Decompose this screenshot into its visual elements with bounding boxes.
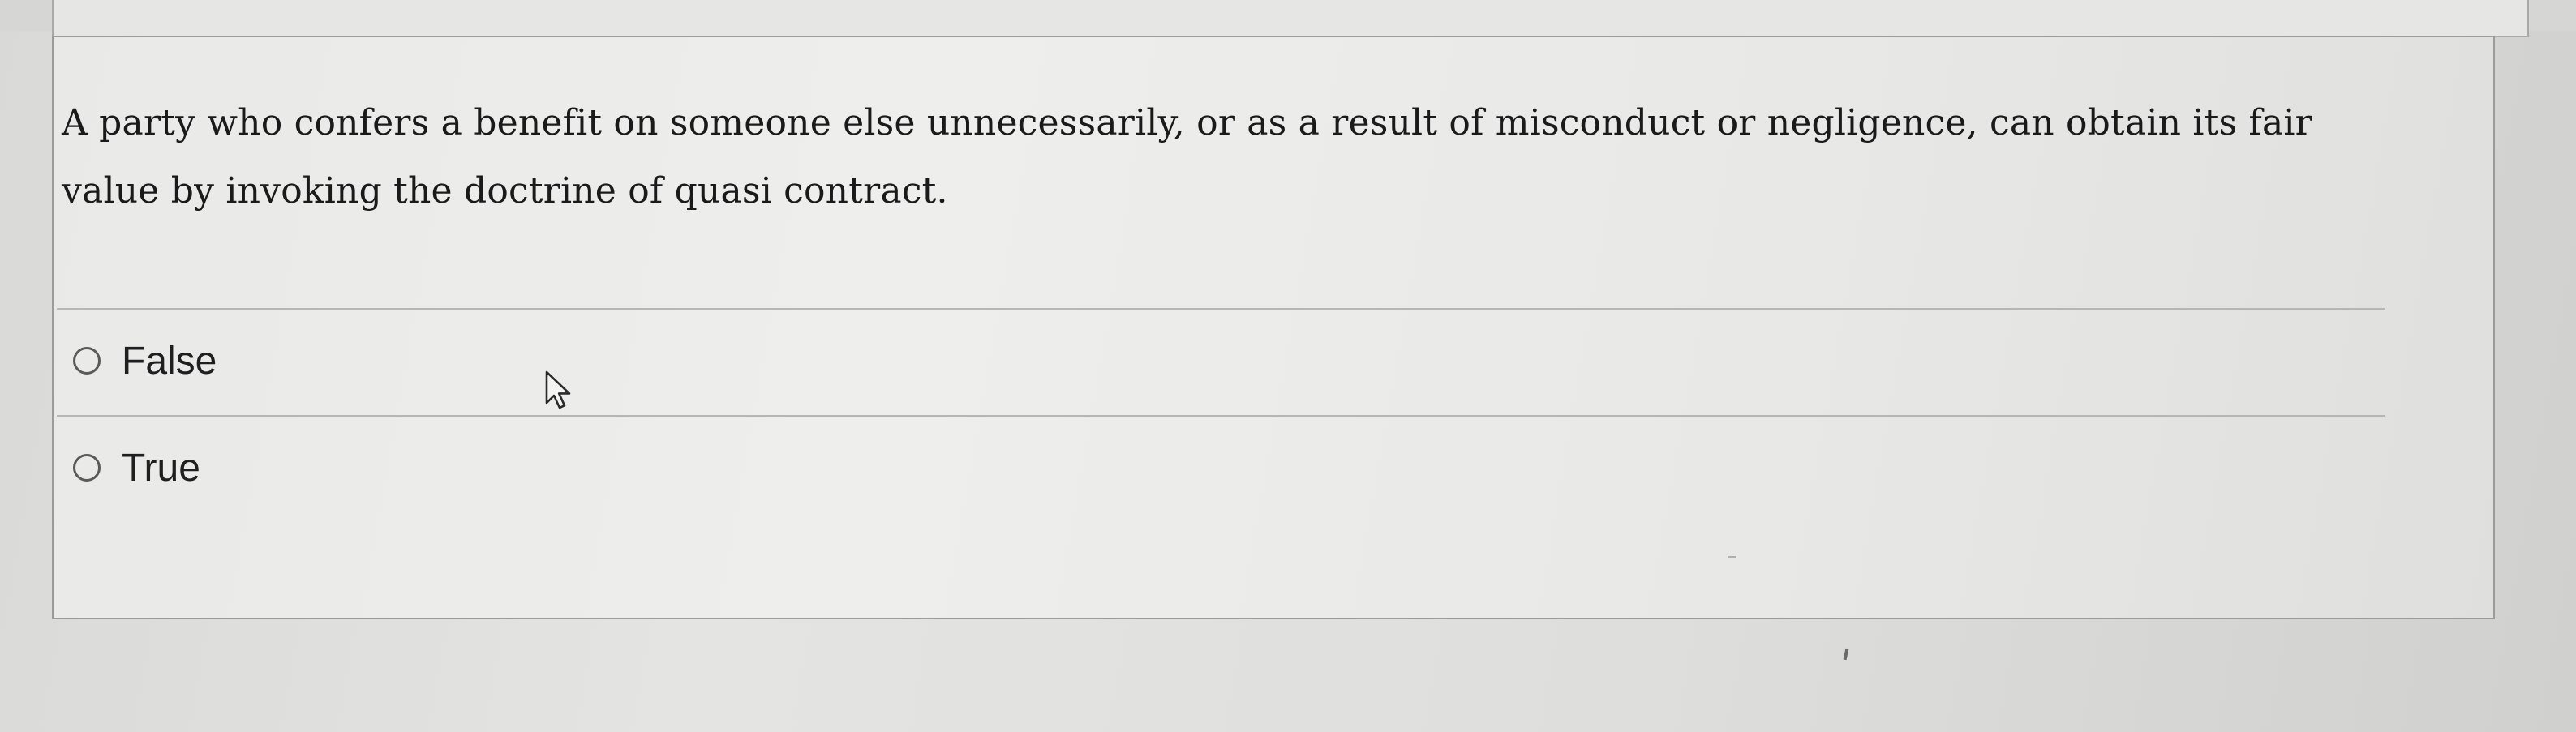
divider [57, 415, 2385, 417]
divider [57, 308, 2385, 310]
screen-speck [1728, 556, 1736, 558]
screen-speck [1843, 648, 1849, 661]
option-false-label: False [122, 339, 217, 383]
top-strip [0, 0, 2576, 37]
option-true[interactable]: True [73, 435, 200, 500]
previous-card-edge [52, 0, 2529, 37]
radio-button-true[interactable] [73, 454, 101, 482]
question-line-2: value by invoking the doctrine of quasi … [62, 170, 948, 212]
question-text: A party who confers a benefit on someone… [62, 89, 2389, 225]
mouse-pointer-icon [545, 370, 571, 409]
option-true-label: True [122, 446, 200, 490]
question-line-1: A party who confers a benefit on someone… [62, 102, 2312, 143]
radio-button-false[interactable] [73, 347, 101, 375]
option-false[interactable]: False [73, 328, 217, 393]
